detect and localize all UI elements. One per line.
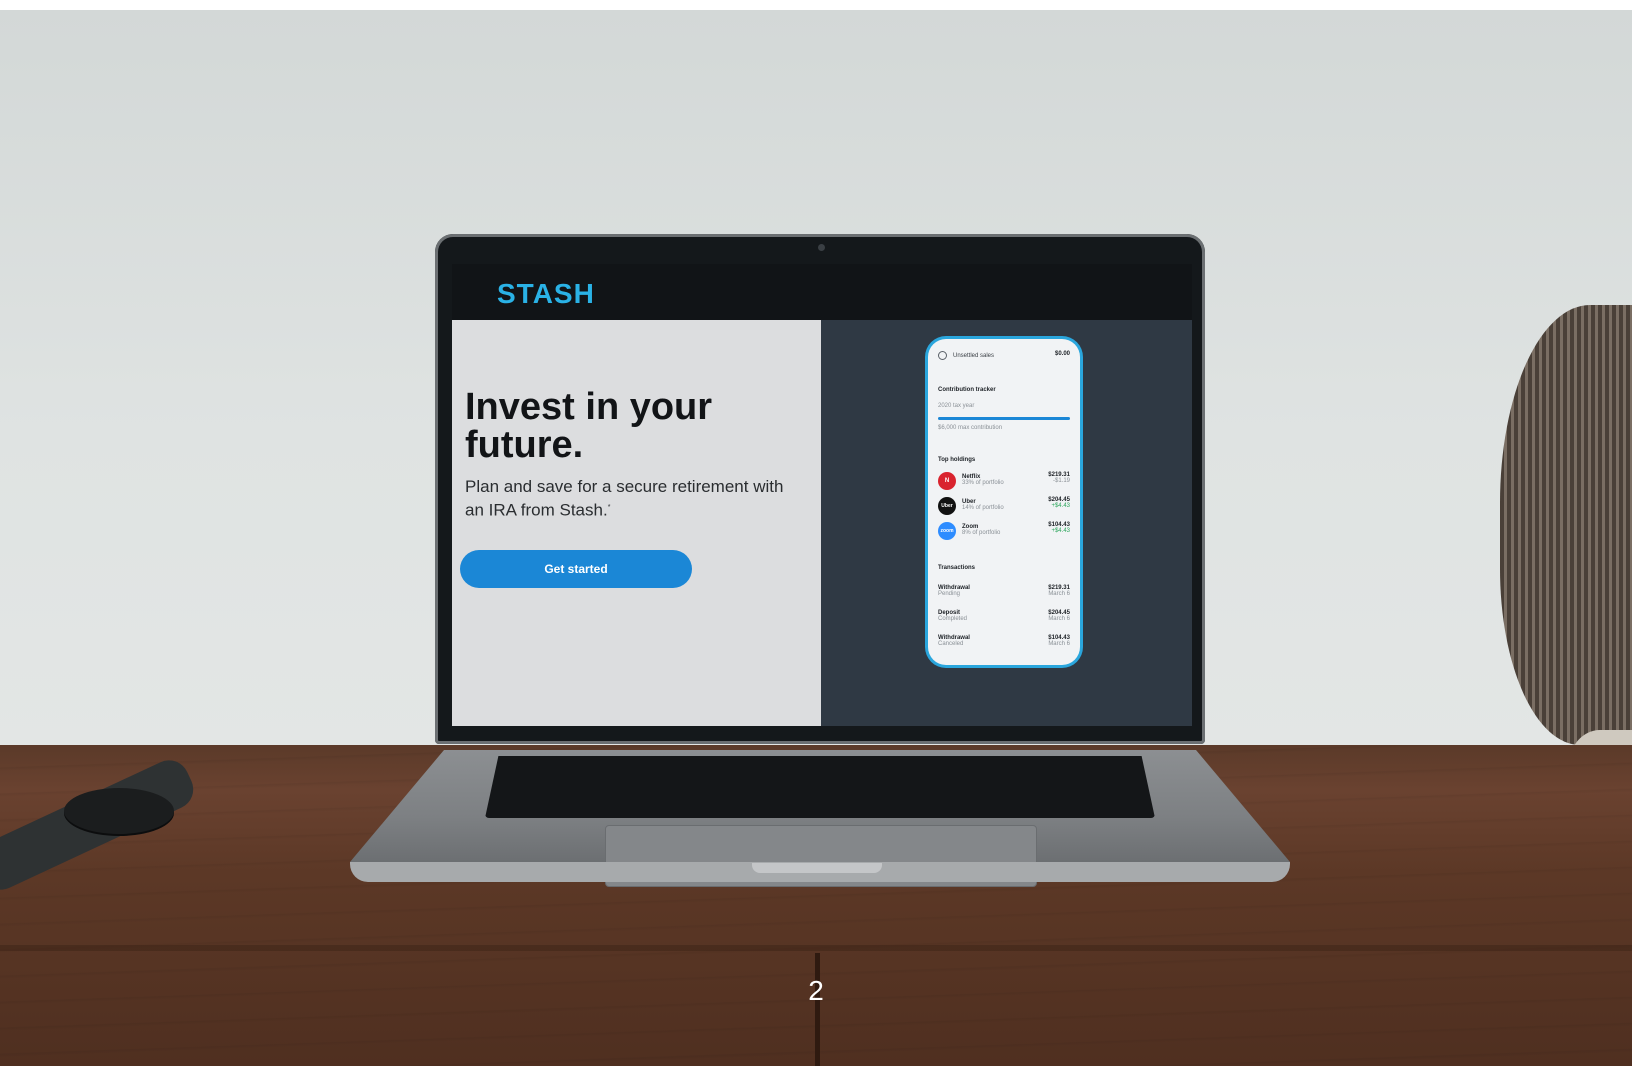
transactions-title: Transactions — [938, 565, 976, 571]
stash-logo[interactable]: STASH — [497, 278, 595, 310]
phone-mockup: Unsettled sales $0.00 Contribution track… — [928, 339, 1080, 665]
tracker-year: 2020 tax year — [938, 403, 975, 409]
tracker-max: $6,000 max contribution — [938, 425, 1003, 431]
webcam-icon — [818, 244, 825, 251]
tracker-title: Contribution tracker — [938, 387, 996, 393]
hero-section: Invest in your future. Plan and save for… — [452, 320, 821, 726]
hero-title: Invest in your future. — [465, 386, 713, 466]
clock-icon — [938, 351, 947, 360]
netflix-logo-icon: N — [938, 472, 956, 490]
zoom-logo-icon: zoom — [938, 522, 956, 540]
laptop-screen: STASH Invest in your future. Plan and sa… — [452, 264, 1192, 726]
uber-logo-icon: Uber — [938, 497, 956, 515]
laptop-keyboard — [485, 756, 1155, 818]
hero-subtitle: Plan and save for a secure retirement wi… — [465, 477, 784, 520]
holding-row[interactable]: N Netflix 33% of portfolio $219.31 -$1.19 — [938, 472, 1070, 492]
holding-row[interactable]: Uber Uber 14% of portfolio $204.45 +$4.43 — [938, 497, 1070, 517]
laptop-lid: STASH Invest in your future. Plan and sa… — [435, 234, 1205, 744]
smartwatch — [64, 788, 174, 834]
laptop-notch — [752, 863, 882, 873]
transaction-row[interactable]: Withdrawal Canceled $104.43 March 6 — [938, 635, 1070, 655]
page-number: 2 — [808, 975, 824, 1006]
unsettled-sales-row: Unsettled sales $0.00 — [938, 351, 1070, 360]
transaction-row[interactable]: Deposit Completed $204.45 March 6 — [938, 610, 1070, 630]
photo-background: STASH Invest in your future. Plan and sa… — [0, 10, 1632, 1066]
site-header: STASH — [452, 264, 1192, 320]
decorative-vase — [1500, 305, 1632, 745]
transaction-row[interactable]: Withdrawal Pending $219.31 March 6 — [938, 585, 1070, 605]
holding-row[interactable]: zoom Zoom 8% of portfolio $104.43 +$4.43 — [938, 522, 1070, 542]
get-started-button[interactable]: Get started — [460, 550, 692, 588]
holdings-title: Top holdings — [938, 457, 976, 463]
contribution-progress-bar — [938, 417, 1070, 420]
